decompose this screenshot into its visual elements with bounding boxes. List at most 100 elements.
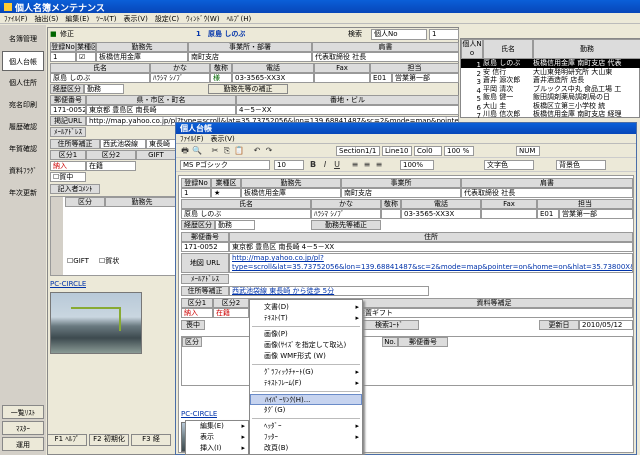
parent-menu-item[interactable]: 表示 ▸ (186, 432, 248, 443)
italic-icon[interactable]: I (320, 160, 330, 170)
f-kana[interactable]: ﾊﾗｼﾏ ｼﾉﾌﾞ (311, 209, 381, 219)
zip-field[interactable]: 171-0052 (50, 105, 86, 115)
context-menu-item[interactable]: ﾌｯﾀｰ ▸ (250, 432, 362, 443)
context-menu-item[interactable]: 改頁(B) (250, 443, 362, 454)
sidebar-item[interactable]: 宛名印刷 (2, 95, 44, 115)
sidebar-item[interactable]: 年賀確認 (2, 139, 44, 159)
preview-icon[interactable]: 🔍 (192, 146, 202, 156)
main-menu-item[interactable]: ﾂｰﾙ(T) (96, 15, 116, 23)
fkey-button[interactable]: F2 初期化 (89, 434, 129, 446)
name-field[interactable]: 原島 しのぶ (50, 73, 150, 83)
branch[interactable]: 南町支店 (188, 52, 312, 62)
f-work-adjust[interactable]: 勤務先等補正 (311, 220, 381, 230)
main-menu-item[interactable]: 設定(C) (155, 15, 179, 23)
kana-field[interactable]: ﾊﾗｼﾏ ｼﾉﾌﾞ (150, 73, 210, 83)
bold-icon[interactable]: B (308, 160, 318, 170)
f-kubun-cell[interactable]: 座置ギフト (355, 308, 633, 318)
list-row[interactable]: 6 大山 圭板橋区立第三小学校 統 (461, 102, 640, 112)
industry-check[interactable]: ☑ (76, 52, 96, 62)
kubun-value-1[interactable]: 納入 (50, 161, 86, 171)
fkey-button[interactable]: F3 経 (131, 434, 171, 446)
tab-address-adjust[interactable]: 住所等補正 (50, 139, 100, 149)
list-row[interactable]: 7 川島 信次郎 板橋信用金庫 南町支店 経理 (461, 110, 640, 120)
f-reg-no[interactable]: 1 (181, 188, 211, 198)
align-right-icon[interactable]: ≡ (374, 160, 384, 170)
fkey-button[interactable]: F1 ﾍﾙﾌﾟ (47, 434, 87, 446)
company[interactable]: 板橋信用金庫 (96, 52, 188, 62)
sidebar-bottom-item[interactable]: ﾏｽﾀｰ (2, 421, 44, 435)
print-icon[interactable]: 🖶 (180, 146, 190, 156)
reg-no[interactable]: 1 (50, 52, 76, 62)
context-menu-item[interactable]: ﾀｸﾞ(G) (250, 405, 362, 416)
gift-checkbox[interactable]: ☐GIFT (67, 257, 89, 266)
context-menu-item[interactable]: ﾊｲﾊﾟｰﾘﾝｸ(H)... (250, 394, 362, 405)
f-kubun-cell[interactable]: 在籍 (213, 308, 249, 318)
sidebar-bottom-item[interactable]: 一覧ﾘｽﾄ (2, 405, 44, 419)
sidebar-item[interactable]: 資料ﾌﾗｸﾞ (2, 161, 44, 181)
fax-field[interactable] (314, 73, 370, 83)
addr2-field[interactable]: 4－5－XX (236, 105, 459, 115)
f-staff-code[interactable]: E01 (537, 209, 559, 219)
f-title[interactable]: 代表取締役 社長 (461, 188, 633, 198)
redo-icon[interactable]: ↷ (264, 146, 274, 156)
pc-circle-link[interactable]: PC-CIRCLE (50, 280, 86, 289)
sidebar-item[interactable]: 個人台帳 (2, 51, 44, 71)
list-row[interactable]: 4 平岡 清次 ブルックス中丸 食品工場 工 (461, 85, 640, 95)
font-select[interactable]: MS Pゴシック (180, 160, 270, 170)
staff-field[interactable]: 営業第一部 (392, 73, 459, 83)
f-staff[interactable]: 営業第一部 (559, 209, 633, 219)
f-access[interactable]: 西武池袋線 東長崎 から徒歩 5分 (229, 286, 429, 296)
f-url[interactable]: http://map.yahoo.co.jp/pl?type=scroll&la… (229, 253, 633, 273)
parent-menu-item[interactable]: 編集(E) ▸ (186, 421, 248, 432)
front-menu-item[interactable]: ﾌｧｲﾙ(F) (180, 135, 204, 143)
align-left-icon[interactable]: ≡ (350, 160, 360, 170)
main-menu-item[interactable]: 編集(E) (65, 15, 89, 23)
size-select[interactable]: 10 (274, 160, 304, 170)
bg-color-select[interactable]: 背景色 (556, 160, 606, 170)
f-phone[interactable]: 03-3565-XX3X (401, 209, 481, 219)
cut-icon[interactable]: ✂ (210, 146, 220, 156)
sidebar-item[interactable]: 個人住所 (2, 73, 44, 93)
context-menu-item[interactable]: ﾃｷｽﾄ(T) ▸ (250, 313, 362, 324)
search-field-select[interactable]: 個人No (371, 29, 427, 40)
sidebar-item[interactable]: 年次更新 (2, 183, 44, 203)
underline-icon[interactable]: U (332, 160, 342, 170)
f-company[interactable]: 板橋信用金庫 (241, 188, 341, 198)
search-input[interactable]: 1 (429, 29, 459, 40)
mochu-check[interactable]: ☐賀中 (50, 172, 86, 182)
list-row[interactable]: 3 蒼井 源次郎 蒼井酒造所 店長 (461, 76, 640, 86)
f-addr[interactable]: 東京都 豊島区 南長崎 4－5－XX (229, 242, 633, 252)
f-updated[interactable]: 2010/05/12 (579, 320, 633, 330)
main-menu-item[interactable]: ｳｨﾝﾄﾞｳ(W) (186, 15, 219, 23)
f-pc-circle-link[interactable]: PC-CIRCLE (181, 410, 217, 419)
tab-line[interactable]: 西武池袋線 (100, 139, 146, 149)
parent-menu-item[interactable]: 挿入(I) ▸ (186, 443, 248, 454)
copy-icon[interactable]: ⎘ (222, 146, 232, 156)
main-menu-item[interactable]: 表示(V) (124, 15, 148, 23)
context-menu-item[interactable]: 文書(D) ▸ (250, 302, 362, 313)
front-menu-item[interactable]: 表示(V) (211, 135, 235, 143)
context-menu-item[interactable]: ｸﾞﾗﾌｨｯｸﾁｬｰﾄ(G) ▸ (250, 367, 362, 378)
paste-icon[interactable]: 📋 (234, 146, 244, 156)
kubun-value-2[interactable]: 在籍 (86, 161, 136, 171)
tab-station[interactable]: 東長崎 (146, 139, 176, 149)
work-adjust-button[interactable]: 勤務先等の補正 (208, 84, 288, 94)
f-branch[interactable]: 南町支店 (341, 188, 461, 198)
f-fax[interactable] (481, 209, 537, 219)
main-menu-item[interactable]: 抽出(S) (35, 15, 59, 23)
f-honorific[interactable] (381, 209, 401, 219)
work-value[interactable]: 勤務 (84, 84, 124, 94)
context-menu-item[interactable]: 画像 WMF形式 (W) (250, 351, 362, 362)
title[interactable]: 代表取締役 社長 (312, 52, 459, 62)
context-menu-item[interactable]: 画像(P) (250, 329, 362, 340)
text-color-select[interactable]: 文字色 (484, 160, 534, 170)
align-center-icon[interactable]: ≡ (362, 160, 372, 170)
list-row[interactable]: 2安 信行 大山東発明研究所 大山東 (461, 68, 640, 78)
sidebar-item[interactable]: 名簿管理 (2, 29, 44, 49)
sidebar-bottom-item[interactable]: 運用 (2, 437, 44, 451)
main-menu-item[interactable]: ﾌｧｲﾙ(F) (4, 15, 28, 23)
main-menu-item[interactable]: ﾍﾙﾌﾟ(H) (227, 15, 252, 23)
context-menu-item[interactable]: ﾃｷｽﾄﾌﾚｰﾑ(F) ▸ (250, 378, 362, 389)
list-row[interactable]: 5 飯島 健一 飯田調剤薬局調剤局の日 (461, 93, 640, 103)
f-kubun-cell[interactable]: 納入 (181, 308, 213, 318)
